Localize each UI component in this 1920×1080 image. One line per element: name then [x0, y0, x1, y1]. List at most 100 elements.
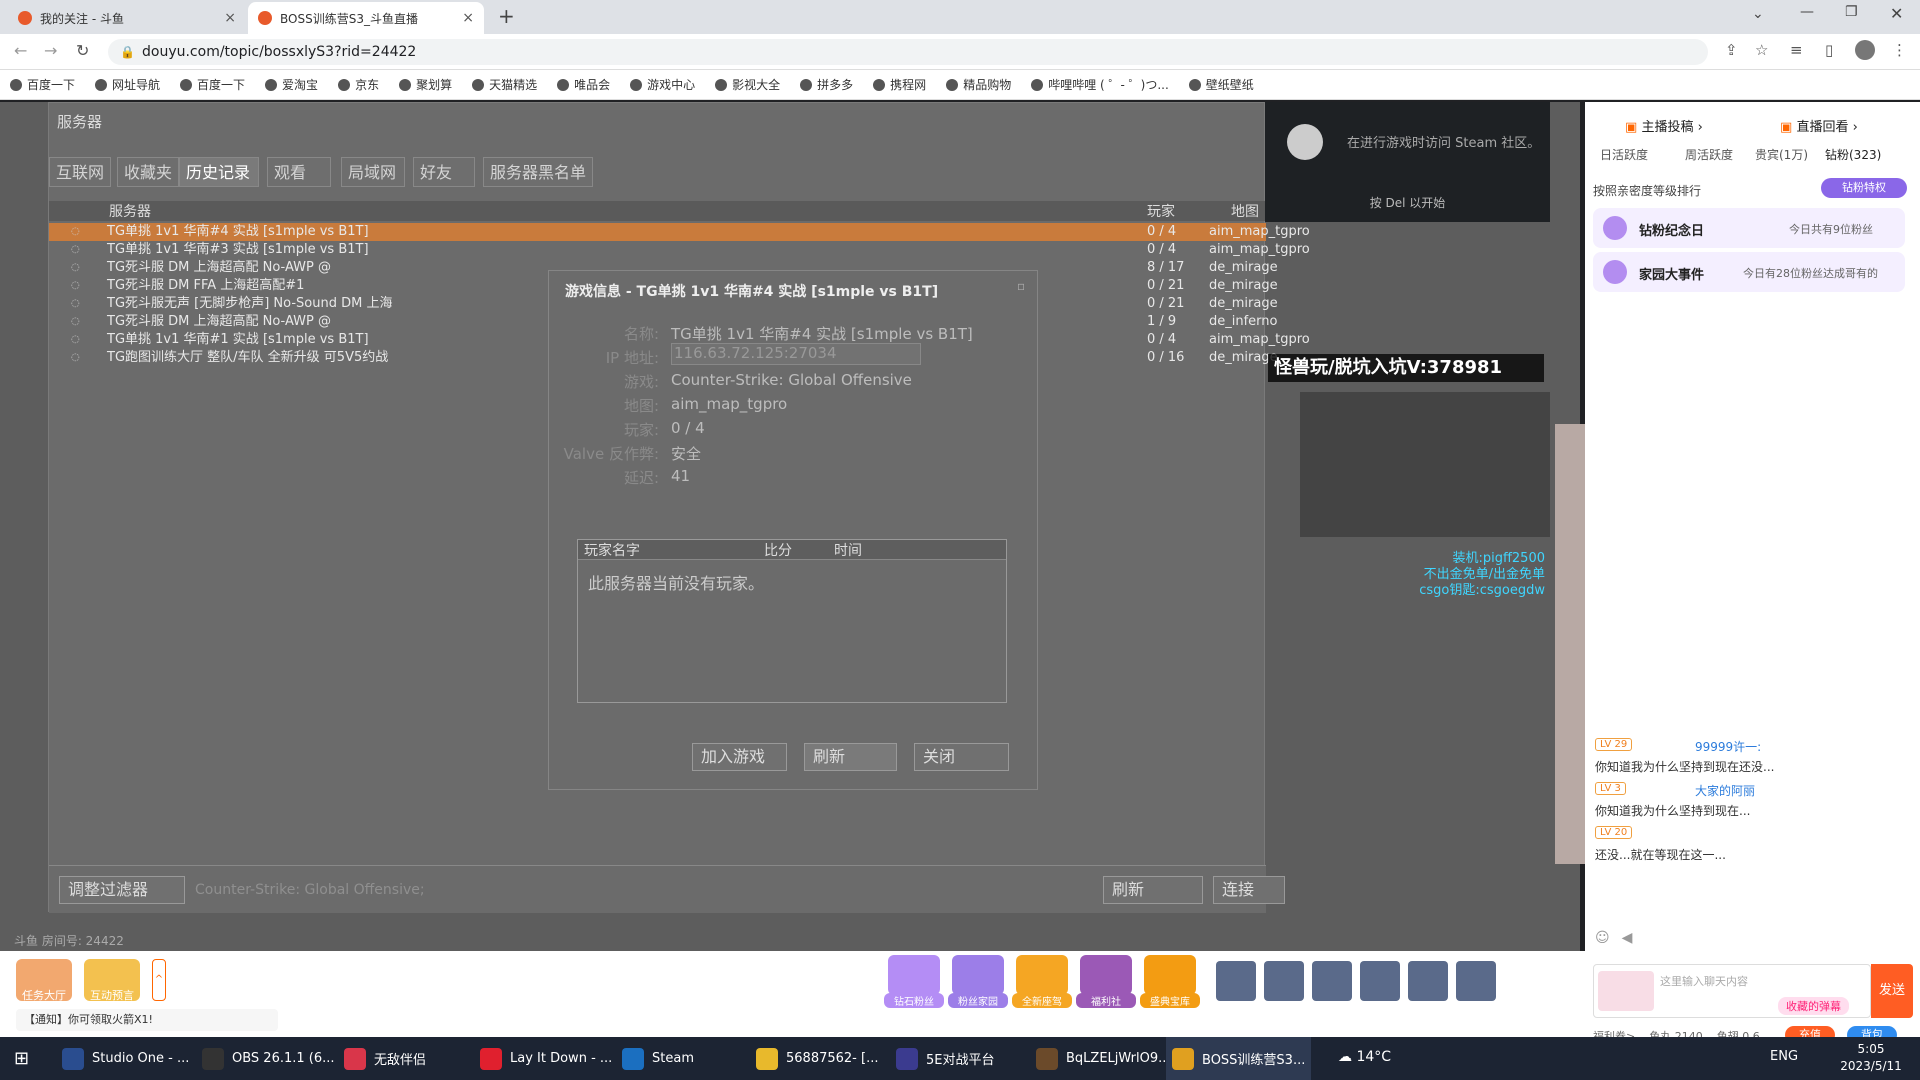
- expand-icon[interactable]: ^: [152, 959, 166, 1001]
- taskbar-app[interactable]: 56887562- [...: [750, 1037, 884, 1080]
- vip-privilege-badge[interactable]: 钻粉特权: [1821, 178, 1907, 198]
- server-row[interactable]: ◌ TG单挑 1v1 华南#3 实战 [s1mple vs B1T] 0 / 4 ai…: [49, 241, 1310, 259]
- back-icon[interactable]: ←: [14, 41, 27, 60]
- rank-tab[interactable]: 日活跃度: [1600, 146, 1648, 163]
- bookmark-item[interactable]: 聚划算: [399, 76, 452, 93]
- server-tab[interactable]: 服务器黑名单: [483, 157, 594, 187]
- taskbar-app[interactable]: BOSS训练营S3...: [1166, 1037, 1312, 1080]
- server-tab[interactable]: 互联网: [49, 157, 112, 187]
- bookmark-item[interactable]: 哔哩哔哩 ( ゜- ゜)つ...: [1031, 76, 1169, 93]
- minimize-icon[interactable]: —: [1800, 4, 1814, 20]
- menu-icon[interactable]: ⋮: [1892, 41, 1907, 59]
- bookmark-item[interactable]: 携程网: [873, 76, 926, 93]
- column-players[interactable]: 玩家: [1147, 201, 1175, 221]
- url-input[interactable]: 🔒 douyu.com/topic/bossxlyS3?rid=24422: [108, 39, 1708, 65]
- new-tab-icon[interactable]: +: [498, 4, 515, 28]
- forward-icon[interactable]: →: [44, 41, 57, 60]
- weather-widget[interactable]: ☁ 14°C: [1338, 1049, 1391, 1065]
- window-close-icon[interactable]: ✕: [1890, 4, 1903, 23]
- start-icon[interactable]: ⊞: [8, 1037, 35, 1080]
- server-tab[interactable]: 局域网: [341, 157, 405, 187]
- bookmark-star-icon[interactable]: ☆: [1755, 41, 1768, 59]
- profile-avatar[interactable]: [1855, 40, 1875, 60]
- server-tab[interactable]: 好友: [413, 157, 475, 187]
- bookmark-item[interactable]: 唯品会: [557, 76, 610, 93]
- column-time[interactable]: 时间: [834, 540, 862, 560]
- refresh-button[interactable]: 刷新: [1103, 876, 1203, 904]
- saved-barrage-button[interactable]: 收藏的弹幕: [1778, 997, 1849, 1015]
- browser-tab[interactable]: 我的关注 - 斗鱼 ×: [8, 2, 246, 34]
- bookmark-item[interactable]: 壁纸壁纸: [1188, 76, 1254, 93]
- share-icon[interactable]: ⇪: [1725, 41, 1738, 59]
- taskbar-app[interactable]: 5E对战平台: [890, 1037, 1001, 1080]
- gift-thumb[interactable]: [1408, 961, 1448, 1001]
- bookmark-item[interactable]: 网址导航: [95, 76, 160, 93]
- server-row[interactable]: ◌ TG单挑 1v1 华南#4 实战 [s1mple vs B1T] 0 / 4 ai…: [49, 223, 1310, 241]
- notice-banner[interactable]: 【通知】你可领取火箭X1!: [16, 1009, 278, 1031]
- column-player-name[interactable]: 玩家名字: [584, 540, 640, 560]
- chat-input[interactable]: 这里输入聊天内容 收藏的弹幕: [1593, 964, 1871, 1018]
- column-map[interactable]: 地图: [1231, 201, 1259, 221]
- event-card-anniversary[interactable]: 钻粉纪念日 今日共有9位粉丝: [1593, 208, 1905, 248]
- predict-button[interactable]: 互动预言: [84, 959, 140, 1002]
- browser-tab-active[interactable]: BOSS训练营S3_斗鱼直播 ×: [248, 2, 484, 34]
- gift-item[interactable]: 福利社: [1076, 955, 1136, 1008]
- field-value[interactable]: 116.63.72.125:27034: [671, 343, 921, 365]
- sidebar-icon[interactable]: ▯: [1825, 41, 1833, 59]
- chat-username[interactable]: 99999许一:: [1695, 738, 1761, 755]
- reading-list-icon[interactable]: ≡: [1790, 41, 1803, 59]
- filter-button[interactable]: 调整过滤器: [59, 876, 185, 904]
- bookmark-item[interactable]: 爱淘宝: [265, 76, 318, 93]
- send-button[interactable]: 发送: [1871, 964, 1913, 1018]
- gift-thumb[interactable]: [1216, 961, 1256, 1001]
- bookmark-item[interactable]: 影视大全: [715, 76, 780, 93]
- bookmark-item[interactable]: 拼多多: [800, 76, 853, 93]
- gift-thumb[interactable]: [1360, 961, 1400, 1001]
- bookmark-item[interactable]: 百度一下: [10, 76, 75, 93]
- gift-item[interactable]: 盛典宝库: [1140, 955, 1200, 1008]
- language-indicator[interactable]: ENG: [1770, 1049, 1798, 1064]
- join-game-button[interactable]: 加入游戏: [692, 743, 787, 771]
- gift-thumb[interactable]: [1312, 961, 1352, 1001]
- gift-item[interactable]: 钻石粉丝: [884, 955, 944, 1008]
- taskbar-app[interactable]: Lay It Down - ...: [474, 1037, 618, 1080]
- tab-search-icon[interactable]: ⌄: [1752, 6, 1764, 22]
- close-icon[interactable]: ×: [462, 10, 474, 26]
- rank-tab[interactable]: 钻粉(323): [1825, 146, 1881, 163]
- task-hall-button[interactable]: 任务大厅: [16, 959, 72, 1002]
- clock[interactable]: 5:05 2023/5/11: [1836, 1041, 1906, 1075]
- taskbar-app[interactable]: 无敌伴侣: [338, 1037, 432, 1080]
- gift-item[interactable]: 全新座驾: [1012, 955, 1072, 1008]
- speaker-icon[interactable]: ◀: [1622, 930, 1633, 946]
- dialog-close-button[interactable]: 关闭: [914, 743, 1009, 771]
- column-score[interactable]: 比分: [764, 540, 792, 560]
- replay-link[interactable]: ▣ 直播回看 ›: [1780, 116, 1858, 135]
- rank-tab[interactable]: 贵宾(1万): [1755, 146, 1808, 163]
- bookmark-item[interactable]: 百度一下: [180, 76, 245, 93]
- server-tab[interactable]: 历史记录: [179, 157, 259, 187]
- connect-button[interactable]: 连接: [1213, 876, 1285, 904]
- emoji-icon[interactable]: ☺: [1595, 930, 1610, 946]
- taskbar-app[interactable]: Studio One - ...: [56, 1037, 195, 1080]
- dialog-refresh-button[interactable]: 刷新: [804, 743, 897, 771]
- server-tab[interactable]: 收藏夹: [117, 157, 180, 187]
- dialog-close-icon[interactable]: ▫: [1017, 279, 1025, 293]
- bookmark-item[interactable]: 天猫精选: [472, 76, 537, 93]
- chat-username[interactable]: 大家的阿丽: [1695, 782, 1755, 799]
- server-tab[interactable]: 观看: [267, 157, 331, 187]
- stream-video[interactable]: 服务器 服务器 玩家 地图 调整过滤器 Counter-Strike: Glob…: [0, 102, 1920, 987]
- taskbar-app[interactable]: Steam: [616, 1037, 700, 1080]
- taskbar-app[interactable]: BqLZELjWrlO9...: [1030, 1037, 1177, 1080]
- gift-item[interactable]: 粉丝家园: [948, 955, 1008, 1008]
- reload-icon[interactable]: ↻: [76, 41, 89, 60]
- bookmark-item[interactable]: 精品购物: [946, 76, 1011, 93]
- event-card-home[interactable]: 家园大事件 今日有28位粉丝达成哥有的: [1593, 252, 1905, 292]
- taskbar-app[interactable]: OBS 26.1.1 (6...: [196, 1037, 341, 1080]
- bookmark-item[interactable]: 游戏中心: [630, 76, 695, 93]
- close-icon[interactable]: ×: [224, 10, 236, 26]
- rank-tab[interactable]: 周活跃度: [1685, 146, 1733, 163]
- gift-thumb[interactable]: [1264, 961, 1304, 1001]
- gift-thumb[interactable]: [1456, 961, 1496, 1001]
- maximize-icon[interactable]: ❐: [1845, 4, 1858, 20]
- bookmark-item[interactable]: 京东: [338, 76, 379, 93]
